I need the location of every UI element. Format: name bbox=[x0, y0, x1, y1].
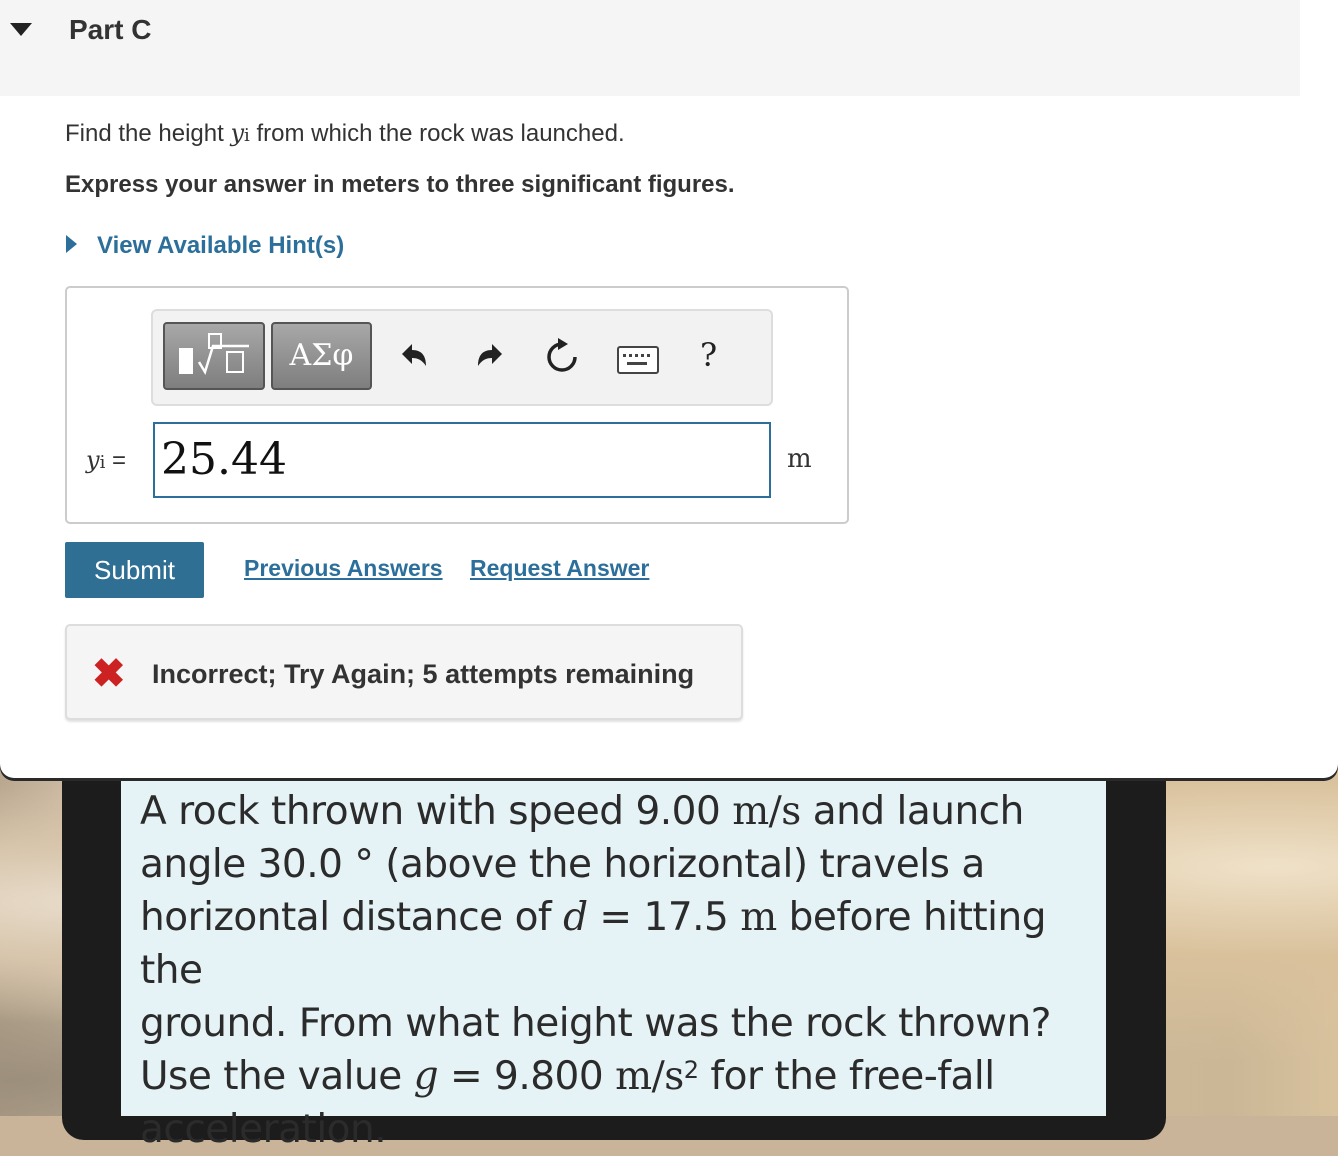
greek-symbols-button[interactable]: ΑΣφ bbox=[271, 322, 372, 390]
view-hints-link[interactable]: View Available Hint(s) bbox=[97, 232, 344, 260]
feedback-text: Incorrect; Try Again; 5 attempts remaini… bbox=[152, 659, 695, 689]
templates-button[interactable] bbox=[163, 322, 265, 390]
answer-unit: m bbox=[787, 444, 812, 474]
question-variable: yi bbox=[230, 119, 250, 147]
part-title: Part C bbox=[69, 14, 152, 45]
hint-caret-icon[interactable] bbox=[66, 235, 77, 253]
question-text: Find the height yi from which the rock w… bbox=[65, 119, 625, 147]
incorrect-x-icon: ✖ bbox=[92, 652, 126, 696]
reset-icon[interactable] bbox=[544, 336, 580, 385]
previous-answers-link[interactable]: Previous Answers bbox=[244, 555, 443, 582]
templates-icon bbox=[179, 333, 249, 376]
problem-statement: A rock thrown with speed 9.00 m/s and la… bbox=[140, 789, 1051, 1152]
question-card: Part C Find the height yi from which the… bbox=[0, 0, 1338, 778]
collapse-caret-icon[interactable] bbox=[10, 23, 32, 36]
help-button[interactable]: ? bbox=[700, 336, 717, 374]
answer-input[interactable]: 25.44 bbox=[153, 422, 771, 498]
request-answer-link[interactable]: Request Answer bbox=[470, 555, 649, 582]
undo-icon[interactable] bbox=[398, 336, 430, 385]
answer-instruction: Express your answer in meters to three s… bbox=[65, 171, 735, 198]
answer-variable-label: yi = bbox=[86, 446, 127, 474]
redo-icon[interactable] bbox=[474, 336, 506, 385]
keyboard-icon[interactable] bbox=[617, 346, 659, 374]
part-header[interactable] bbox=[0, 0, 1300, 96]
submit-button[interactable]: Submit bbox=[65, 542, 204, 598]
